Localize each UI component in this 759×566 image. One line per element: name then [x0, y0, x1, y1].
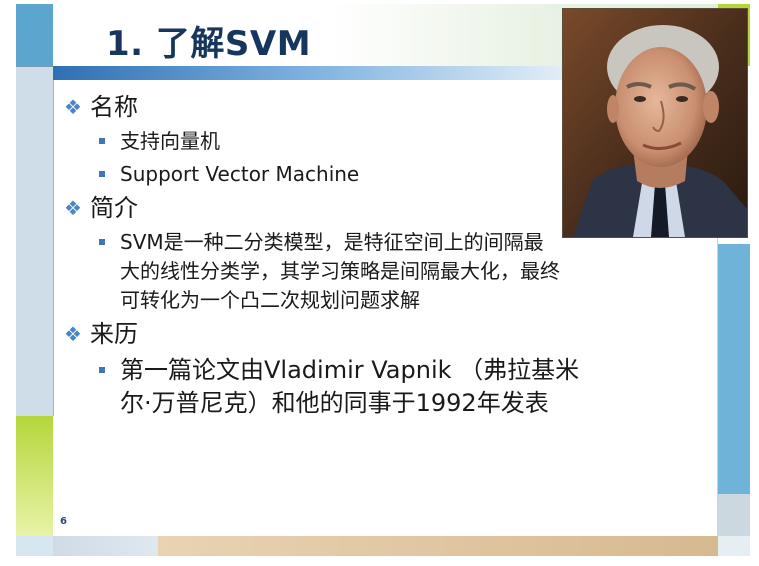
footer-bar	[53, 536, 158, 556]
section-heading: ❖ 名称	[62, 92, 562, 123]
slide-content: ❖ 名称 支持向量机 Support Vector Machine ❖ 简介 S…	[62, 92, 579, 424]
list-item: 支持向量机	[62, 127, 560, 156]
frame-decoration	[718, 244, 750, 494]
list-item: 第一篇论文由Vladimir Vapnik （弗拉基米尔·万普尼克）和他的同事于…	[62, 354, 590, 420]
list-item-text: SVM是一种二分类模型，是特征空间上的间隔最大的线性分类学，其学习策略是间隔最大…	[120, 230, 560, 312]
list-item-text: Support Vector Machine	[120, 162, 360, 186]
square-bullet-icon	[99, 367, 105, 373]
footer-bar	[718, 536, 750, 556]
portrait-photo	[562, 8, 748, 238]
square-bullet-icon	[99, 171, 105, 177]
frame-decoration	[16, 416, 53, 536]
page-number: 6	[60, 516, 67, 527]
list-item-text: 第一篇论文由Vladimir Vapnik （弗拉基米尔·万普尼克）和他的同事于…	[120, 356, 580, 417]
section-heading-text: 来历	[90, 320, 138, 348]
diamond-bullet-icon: ❖	[64, 196, 82, 220]
list-item: SVM是一种二分类模型，是特征空间上的间隔最大的线性分类学，其学习策略是间隔最大…	[62, 228, 560, 315]
slide-title: 1. 了解SVM	[106, 24, 312, 64]
frame-decoration	[16, 66, 53, 67]
frame-decoration	[16, 4, 53, 66]
diamond-bullet-icon: ❖	[64, 322, 82, 346]
square-bullet-icon	[99, 239, 105, 245]
footer-bar	[158, 536, 718, 556]
list-item: Support Vector Machine	[62, 160, 560, 189]
title-rule	[53, 66, 573, 80]
list-item-text: 支持向量机	[120, 129, 220, 153]
section-heading-text: 简介	[90, 194, 138, 222]
slide: 1. 了解SVM ❖ 名称 支持向量机 Support Vector Machi…	[16, 4, 750, 556]
diamond-bullet-icon: ❖	[64, 95, 82, 119]
section-heading: ❖ 来历	[62, 319, 562, 350]
frame-decoration	[16, 536, 53, 556]
frame-decoration	[16, 66, 54, 416]
section-heading-text: 名称	[90, 93, 138, 121]
frame-decoration	[718, 494, 750, 536]
square-bullet-icon	[99, 138, 105, 144]
section-heading: ❖ 简介	[62, 193, 562, 224]
